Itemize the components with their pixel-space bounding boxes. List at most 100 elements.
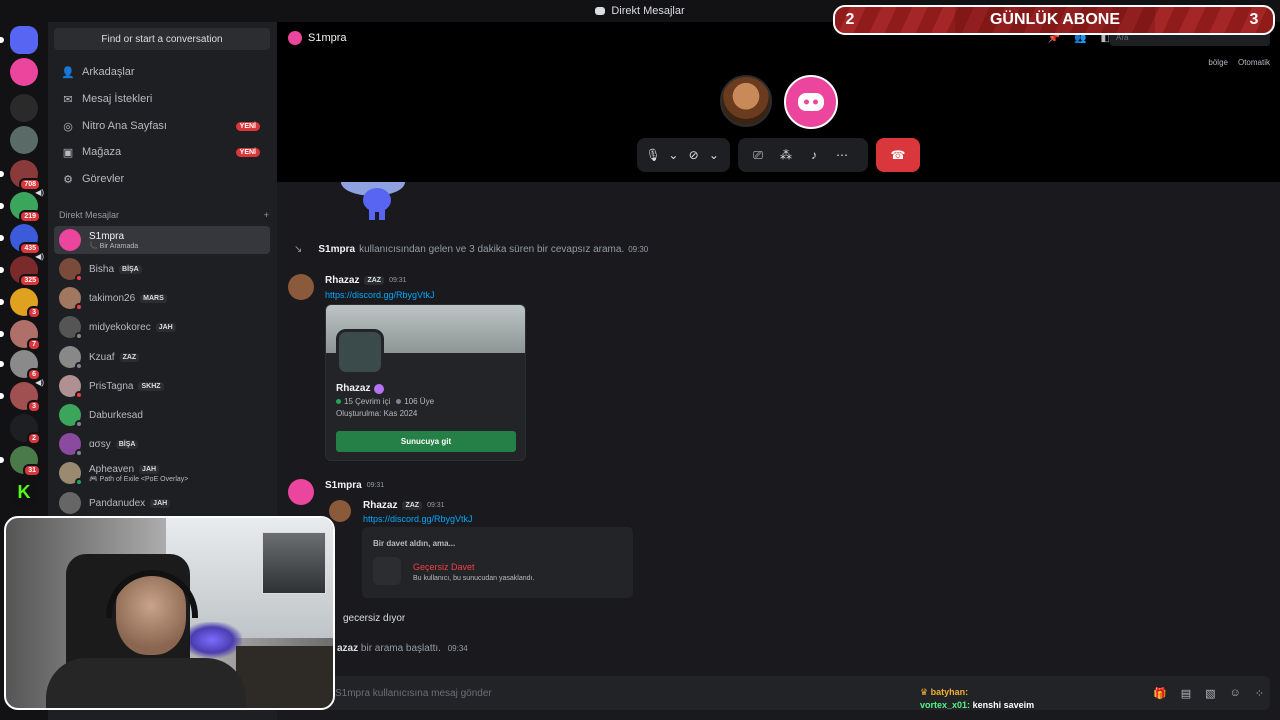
nav-label: Nitro Ana Sayfası bbox=[82, 120, 167, 132]
clan-tag: MARS bbox=[140, 293, 167, 303]
goal-title: GÜNLÜK ABONE bbox=[955, 7, 1155, 33]
timestamp: 09:31 bbox=[427, 502, 445, 509]
server-badge: 219 bbox=[19, 210, 41, 223]
server-icon[interactable]: ◀) 3 bbox=[0, 378, 44, 413]
dm-avatar-s1mpra[interactable] bbox=[10, 58, 38, 86]
dm-item[interactable]: PrisTagna SKHZ bbox=[54, 372, 270, 400]
join-server-button[interactable]: Sunucuya git bbox=[336, 431, 516, 452]
online-text: 15 Çevrim içi bbox=[344, 397, 391, 406]
call-actions: ⎚ ⁂ ♪ ⋯ bbox=[738, 138, 868, 172]
apps-icon[interactable]: ⁘ bbox=[1255, 687, 1264, 700]
server-icon[interactable]: 31 bbox=[0, 446, 41, 477]
message-author[interactable]: S1mpra bbox=[325, 480, 362, 491]
invalid-status: Geçersiz Davet bbox=[413, 562, 475, 572]
dm-item[interactable]: Bisha BİŞA bbox=[54, 255, 270, 283]
dm-item[interactable]: Kzuaf ZAZ bbox=[54, 343, 270, 371]
avatar bbox=[59, 492, 81, 514]
server-badge: 3 bbox=[27, 306, 41, 319]
participant-avatar-rhazaz[interactable] bbox=[720, 75, 772, 127]
message-avatar[interactable] bbox=[288, 479, 314, 505]
timestamp: 09:31 bbox=[366, 482, 385, 489]
kick-server-icon[interactable]: K bbox=[10, 478, 38, 506]
friends-icon: 👤 bbox=[61, 66, 75, 79]
nav-quests[interactable]: ⚙ Görevler bbox=[54, 166, 270, 192]
server-icon[interactable]: 2 bbox=[10, 414, 41, 445]
dm-name: ɑσsy bbox=[89, 438, 111, 450]
invite-server-name: Rhazaz bbox=[336, 383, 385, 394]
shop-icon: ▣ bbox=[62, 146, 74, 159]
add-dm-icon[interactable]: + bbox=[264, 210, 269, 220]
message-text: gecersiz dıyor bbox=[343, 613, 406, 624]
gift-icon[interactable]: 🎁 bbox=[1153, 687, 1167, 700]
participant-avatar-s1mpra[interactable] bbox=[784, 75, 838, 129]
server-icon[interactable]: 435 bbox=[0, 224, 41, 255]
quests-icon: ⚙ bbox=[63, 173, 73, 186]
clan-tag: ZAZ bbox=[402, 501, 423, 510]
server-invite-card: Rhazaz 15 Çevrim içi 106 Üye Oluşturulma… bbox=[325, 304, 526, 461]
dm-item-s1mpra[interactable]: S1mpra 📞 Bir Aramada bbox=[54, 226, 270, 254]
sticker-icon[interactable]: ▧ bbox=[1205, 687, 1215, 700]
message-author[interactable]: Rhazaz bbox=[363, 500, 397, 511]
discord-logo-icon bbox=[798, 93, 824, 111]
activities-icon[interactable]: ⁂ bbox=[774, 143, 798, 167]
forwarded-header: Rhazaz ZAZ 09:31 bbox=[363, 500, 445, 511]
message-composer: S1mpra kullanıcısına mesaj gönder 🎁 ▤ ▧ … bbox=[277, 672, 1280, 720]
home-button[interactable] bbox=[0, 26, 38, 54]
wumpus-illustration bbox=[341, 182, 405, 220]
invite-link[interactable]: https://discord.gg/RbygVtkJ bbox=[325, 290, 435, 300]
more-icon[interactable]: ⋯ bbox=[830, 143, 854, 167]
find-conversation-button[interactable]: Find or start a conversation bbox=[54, 28, 270, 50]
chevron-down-icon[interactable]: ⌄ bbox=[665, 143, 681, 167]
dm-item[interactable]: Apheaven JAH 🎮 Path of Exile <PoE Overlay… bbox=[54, 459, 270, 487]
gif-icon[interactable]: ▤ bbox=[1181, 687, 1191, 700]
soundboard-icon[interactable]: ♪ bbox=[802, 143, 826, 167]
screen-share-icon[interactable]: ⎚ bbox=[746, 143, 770, 167]
dm-item[interactable]: midyekokorec JAH bbox=[54, 313, 270, 341]
end-call-button[interactable]: ☎ bbox=[876, 138, 920, 172]
dm-item[interactable]: takimon26 MARS bbox=[54, 284, 270, 312]
dm-item[interactable]: Pandanudex JAH bbox=[54, 489, 270, 517]
message-placeholder: S1mpra kullanıcısına mesaj gönder bbox=[335, 688, 492, 699]
system-user[interactable]: S1mpra bbox=[318, 244, 355, 255]
server-icon[interactable]: 7 bbox=[0, 320, 41, 351]
server-icon[interactable] bbox=[10, 94, 38, 122]
chat-line: ♛ batyhan: bbox=[920, 687, 969, 697]
server-icon[interactable]: 6 bbox=[0, 350, 41, 381]
dm-item[interactable]: Daburkesad bbox=[54, 401, 270, 429]
invite-link[interactable]: https://discord.gg/RbygVtkJ bbox=[363, 514, 473, 524]
chat-line: vortex_x01: kenshi saveim bbox=[920, 699, 1034, 712]
avatar bbox=[59, 229, 81, 251]
server-badge: 7 bbox=[27, 338, 41, 351]
system-user[interactable]: azaz bbox=[337, 643, 358, 654]
dm-name: Pandanudex bbox=[89, 497, 146, 509]
boost-icon bbox=[374, 383, 385, 394]
nav-nitro[interactable]: ◎ Nitro Ana Sayfası YENİ bbox=[54, 113, 270, 139]
server-icon[interactable]: 708 bbox=[0, 160, 41, 191]
system-text: kullanıcısından gelen ve 3 dakika süren … bbox=[359, 244, 625, 255]
new-badge: YENİ bbox=[235, 147, 260, 157]
chevron-down-icon[interactable]: ⌄ bbox=[706, 143, 722, 167]
server-icon[interactable]: ◀) 219 bbox=[0, 188, 44, 223]
message-avatar[interactable] bbox=[288, 274, 314, 300]
server-badge: 325 bbox=[19, 274, 41, 287]
emoji-icon[interactable]: ☺ bbox=[1230, 687, 1241, 700]
microphone-icon[interactable]: 🎙 bbox=[645, 143, 661, 167]
nav-label: Mesaj İstekleri bbox=[82, 93, 153, 105]
composer-actions: 🎁 ▤ ▧ ☺ ⁘ bbox=[1153, 687, 1264, 700]
nav-message-requests[interactable]: ✉ Mesaj İstekleri bbox=[54, 86, 270, 112]
region-selector[interactable]: bölge Otomatik bbox=[1208, 58, 1270, 67]
dm-item[interactable]: ɑσsy BİŞA bbox=[54, 430, 270, 458]
server-icon[interactable]: ◀) 325 bbox=[0, 252, 44, 287]
nav-label: Görevler bbox=[82, 173, 125, 185]
server-icon[interactable]: 3 bbox=[0, 288, 41, 319]
camera-off-icon[interactable]: ⊘ bbox=[686, 143, 702, 167]
clan-tag: BİŞA bbox=[119, 264, 142, 274]
stream-chat-overlay: ♛ batyhan: vortex_x01: kenshi saveim bbox=[920, 686, 1034, 712]
dm-name: midyekokorec bbox=[89, 321, 151, 333]
clan-tag: BİŞA bbox=[115, 439, 139, 449]
avatar bbox=[59, 404, 83, 428]
nav-shop[interactable]: ▣ Mağaza YENİ bbox=[54, 139, 270, 165]
nav-friends[interactable]: 👤 Arkadaşlar bbox=[54, 59, 270, 85]
message-author[interactable]: Rhazaz bbox=[325, 275, 359, 286]
server-icon[interactable] bbox=[10, 126, 38, 154]
